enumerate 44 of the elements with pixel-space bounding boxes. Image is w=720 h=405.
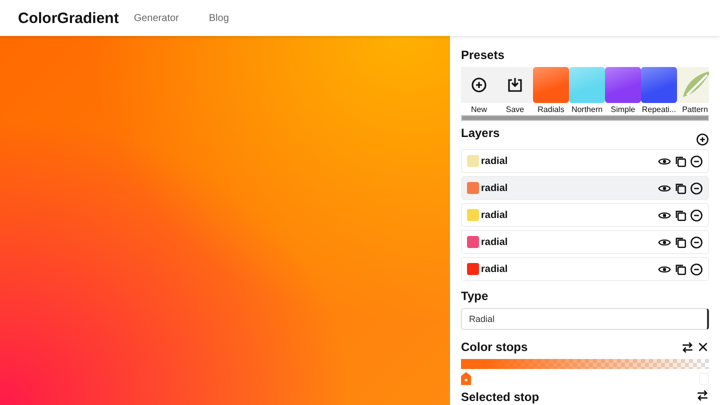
add-icon[interactable]: [696, 133, 709, 146]
preset-tile[interactable]: Repeati...: [641, 67, 677, 114]
layer-name: radial: [481, 236, 509, 248]
layer-row[interactable]: radial: [461, 257, 709, 281]
section-title: Layers: [461, 125, 500, 141]
swap-icon[interactable]: [681, 340, 694, 354]
remove-icon[interactable]: [690, 182, 703, 194]
remove-icon[interactable]: [690, 262, 703, 276]
preset-tile[interactable]: Radials: [533, 67, 569, 114]
swap-icon[interactable]: [696, 389, 709, 402]
type-select[interactable]: Radial: [461, 308, 709, 330]
close-icon[interactable]: [697, 341, 709, 353]
layer-row[interactable]: radial: [461, 203, 709, 227]
copy-icon[interactable]: [674, 208, 687, 222]
pattern-swatch: [677, 67, 709, 103]
layer-row[interactable]: radial: [461, 149, 709, 173]
copy-icon[interactable]: [674, 236, 687, 248]
copy-icon[interactable]: [674, 154, 687, 168]
section-title: Color stops: [461, 339, 528, 355]
preset-tile[interactable]: Simple: [605, 67, 641, 114]
download-icon: [507, 77, 523, 93]
layer-name: radial: [481, 182, 509, 194]
layer-name: radial: [481, 156, 509, 166]
remove-icon[interactable]: [690, 154, 703, 168]
section-title: Type: [461, 288, 490, 304]
remove-icon[interactable]: [690, 236, 703, 248]
nav-link[interactable]: Generator: [134, 12, 179, 24]
preset-tile[interactable]: Pattern: [677, 67, 709, 114]
nav-link[interactable]: Blog: [208, 12, 229, 24]
remove-icon[interactable]: [690, 208, 703, 222]
gradient-bar[interactable]: [461, 359, 709, 369]
scrollbar[interactable]: [461, 115, 709, 121]
copy-icon[interactable]: [674, 182, 687, 194]
copy-icon[interactable]: [674, 262, 687, 276]
layer-row[interactable]: radial: [461, 176, 709, 200]
section-title: Selected stop: [461, 389, 540, 405]
layer-name: radial: [481, 210, 509, 220]
layer-row[interactable]: radial: [461, 230, 709, 254]
add-icon: [471, 77, 487, 93]
stop-handle[interactable]: [461, 372, 471, 385]
preset-tile[interactable]: Northern: [569, 67, 605, 114]
section-title: Presets: [461, 47, 506, 63]
layer-name: radial: [481, 264, 509, 274]
logo[interactable]: ColorGradient: [18, 10, 119, 26]
